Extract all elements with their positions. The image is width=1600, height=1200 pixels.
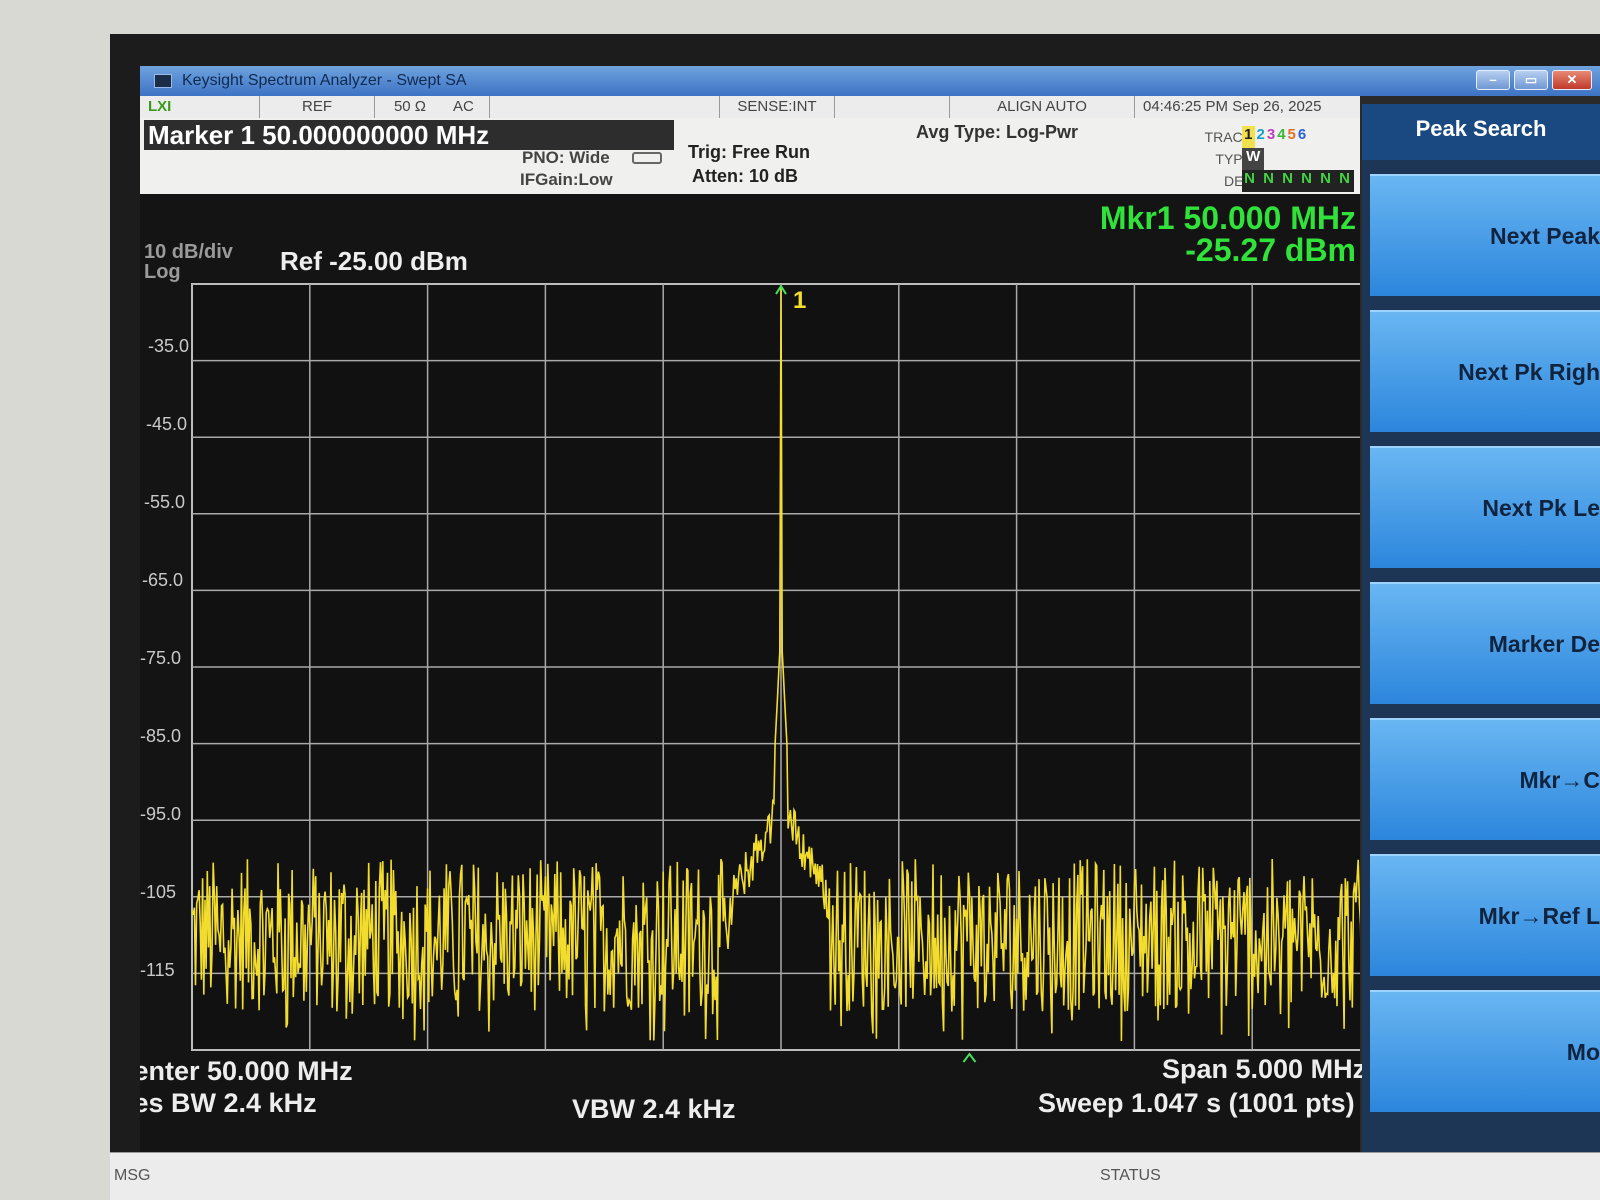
sweep-icon (632, 152, 662, 164)
coupling-indicator: AC (445, 96, 490, 118)
trace-3[interactable]: 3 (1267, 126, 1275, 148)
lxi-indicator: LXI (140, 96, 260, 118)
more-button[interactable]: Mo (1370, 990, 1600, 1112)
close-button[interactable]: ✕ (1552, 70, 1592, 90)
marker-delta-button[interactable]: Marker De (1370, 582, 1600, 704)
spectrum-display: 10 dB/div Log Ref -25.00 dBm Mkr1 50.000… (140, 194, 1366, 1200)
res-bw: Res BW 2.4 kHz (140, 1088, 317, 1118)
center-frequency: Center 50.000 MHz (140, 1056, 353, 1086)
sense-indicator: SENSE:INT (720, 96, 835, 118)
message-bar: MSG STATUS (110, 1152, 1600, 1200)
next-peak-left-button[interactable]: Next Pk Le (1370, 446, 1600, 568)
sweep-time: Sweep 1.047 s (1001 pts) (1038, 1088, 1355, 1118)
marker-1-label: 1 (793, 287, 806, 314)
atten-setting: Atten: 10 dB (692, 166, 799, 186)
minimize-button[interactable]: – (1476, 70, 1510, 90)
datetime: 04:46:25 PM Sep 26, 2025 (1143, 98, 1322, 115)
pno-setting: PNO: Wide (522, 148, 610, 167)
align-indicator: ALIGN AUTO (950, 96, 1135, 118)
vbw: VBW 2.4 kHz (572, 1094, 736, 1124)
softkey-menu-title: Peak Search (1362, 104, 1600, 160)
next-peak-right-button[interactable]: Next Pk Righ (1370, 310, 1600, 432)
trace-4[interactable]: 4 (1277, 126, 1285, 148)
status-spacer-2 (835, 96, 950, 118)
status-button[interactable]: STATUS (1100, 1167, 1161, 1185)
restore-button[interactable]: ▭ (1514, 70, 1548, 90)
marker-to-center-button[interactable]: Mkr→C (1370, 718, 1600, 840)
next-peak-button[interactable]: Next Peak (1370, 174, 1600, 296)
avg-type: Avg Type: Log-Pwr (916, 122, 1078, 142)
marker-frequency[interactable]: Marker 1 50.000000000 MHz (144, 120, 674, 150)
msg-label: MSG (114, 1167, 151, 1184)
trace-6[interactable]: 6 (1298, 126, 1306, 148)
impedance-indicator: 50 Ω (393, 98, 427, 115)
trace-2[interactable]: 2 (1257, 126, 1265, 148)
trace-1[interactable]: 1 (1242, 126, 1255, 148)
span: Span 5.000 MHz (1162, 1054, 1367, 1084)
softkey-panel: Peak Search Next Peak Next Pk Righ Next … (1362, 104, 1600, 1200)
title-bar: Keysight Spectrum Analyzer - Swept SA – … (140, 66, 1600, 96)
trigger-indicator (962, 1052, 977, 1063)
marker-to-ref-level-button[interactable]: Mkr→Ref L (1370, 854, 1600, 976)
analyzer-window: Keysight Spectrum Analyzer - Swept SA – … (140, 66, 1600, 1200)
window-title: Keysight Spectrum Analyzer - Swept SA (182, 72, 467, 89)
trig-setting: Trig: Free Run (688, 142, 811, 162)
app-icon (154, 74, 172, 88)
ifgain-setting: IFGain:Low (520, 170, 613, 189)
settings-header: Marker 1 50.000000000 MHz PNO: Wide IFGa… (140, 118, 1360, 194)
trace-5[interactable]: 5 (1288, 126, 1296, 148)
detector-values: N N N N N N (1242, 170, 1354, 192)
trace-grid: 1 2 3 4 5 6 W N N N N N N (1242, 126, 1354, 192)
status-spacer (490, 96, 720, 118)
trace-type: W (1242, 148, 1265, 170)
ref-indicator: REF (260, 96, 375, 118)
spectrum-plot: 1 (191, 283, 1360, 1063)
status-row: LXI REF 50 Ω AC SENSE:INT ALIGN AUTO 04:… (140, 96, 1360, 118)
